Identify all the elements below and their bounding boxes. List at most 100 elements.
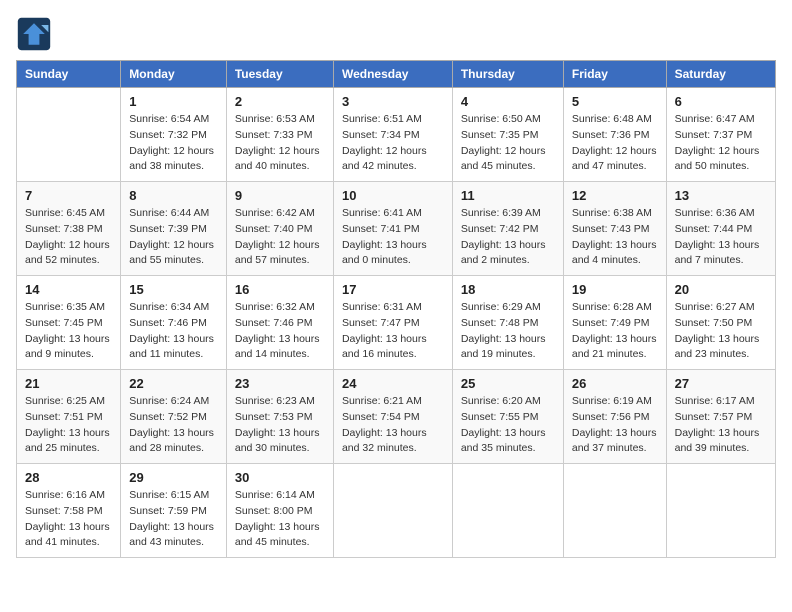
day-number: 20 [675,282,767,297]
header-row: SundayMondayTuesdayWednesdayThursdayFrid… [17,61,776,88]
day-cell: 10 Sunrise: 6:41 AMSunset: 7:41 PMDayligh… [333,182,452,276]
week-row-3: 14 Sunrise: 6:35 AMSunset: 7:45 PMDayligh… [17,276,776,370]
day-number: 30 [235,470,325,485]
day-info: Sunrise: 6:32 AMSunset: 7:46 PMDaylight:… [235,300,325,363]
day-info: Sunrise: 6:38 AMSunset: 7:43 PMDaylight:… [572,206,658,269]
day-number: 18 [461,282,555,297]
day-number: 22 [129,376,218,391]
day-number: 5 [572,94,658,109]
day-cell: 24Sunrise: 6:21 AMSunset: 7:54 PMDayligh… [333,370,452,464]
day-number: 19 [572,282,658,297]
day-cell: 9 Sunrise: 6:42 AMSunset: 7:40 PMDaylight… [226,182,333,276]
day-info: Sunrise: 6:44 AMSunset: 7:39 PMDaylight:… [129,206,218,269]
day-info: Sunrise: 6:23 AMSunset: 7:53 PMDaylight:… [235,394,325,457]
day-cell [563,464,666,558]
day-number: 11 [461,188,555,203]
day-number: 13 [675,188,767,203]
day-info: Sunrise: 6:27 AMSunset: 7:50 PMDaylight:… [675,300,767,363]
day-info: Sunrise: 6:50 AMSunset: 7:35 PMDaylight:… [461,112,555,175]
day-number: 1 [129,94,218,109]
day-number: 10 [342,188,444,203]
day-cell: 4Sunrise: 6:50 AMSunset: 7:35 PMDaylight… [452,88,563,182]
day-info: Sunrise: 6:29 AMSunset: 7:48 PMDaylight:… [461,300,555,363]
day-info: Sunrise: 6:19 AMSunset: 7:56 PMDaylight:… [572,394,658,457]
day-number: 27 [675,376,767,391]
day-number: 29 [129,470,218,485]
day-cell: 13 Sunrise: 6:36 AMSunset: 7:44 PMDayligh… [666,182,775,276]
day-cell: 15Sunrise: 6:34 AMSunset: 7:46 PMDayligh… [121,276,227,370]
day-info: Sunrise: 6:31 AMSunset: 7:47 PMDaylight:… [342,300,444,363]
header-cell-tuesday: Tuesday [226,61,333,88]
header-cell-thursday: Thursday [452,61,563,88]
day-number: 17 [342,282,444,297]
day-number: 8 [129,188,218,203]
day-number: 23 [235,376,325,391]
day-number: 14 [25,282,112,297]
day-cell: 20 Sunrise: 6:27 AMSunset: 7:50 PMDayligh… [666,276,775,370]
calendar-table: SundayMondayTuesdayWednesdayThursdayFrid… [16,60,776,558]
day-cell: 26 Sunrise: 6:19 AMSunset: 7:56 PMDayligh… [563,370,666,464]
day-info: Sunrise: 6:54 AMSunset: 7:32 PMDaylight:… [129,112,218,175]
day-info: Sunrise: 6:42 AMSunset: 7:40 PMDaylight:… [235,206,325,269]
day-cell: 8 Sunrise: 6:44 AMSunset: 7:39 PMDaylight… [121,182,227,276]
day-cell: 28 Sunrise: 6:16 AMSunset: 7:58 PMDayligh… [17,464,121,558]
day-cell: 7Sunrise: 6:45 AMSunset: 7:38 PMDaylight… [17,182,121,276]
week-row-5: 28 Sunrise: 6:16 AMSunset: 7:58 PMDayligh… [17,464,776,558]
day-info: Sunrise: 6:25 AMSunset: 7:51 PMDaylight:… [25,394,112,457]
day-info: Sunrise: 6:16 AMSunset: 7:58 PMDaylight:… [25,488,112,551]
day-info: Sunrise: 6:51 AMSunset: 7:34 PMDaylight:… [342,112,444,175]
day-cell: 11 Sunrise: 6:39 AMSunset: 7:42 PMDayligh… [452,182,563,276]
day-cell: 3 Sunrise: 6:51 AMSunset: 7:34 PMDaylight… [333,88,452,182]
day-info: Sunrise: 6:36 AMSunset: 7:44 PMDaylight:… [675,206,767,269]
day-cell: 17 Sunrise: 6:31 AMSunset: 7:47 PMDayligh… [333,276,452,370]
header-cell-sunday: Sunday [17,61,121,88]
day-number: 28 [25,470,112,485]
logo-icon [16,16,52,52]
day-number: 26 [572,376,658,391]
day-cell: 29Sunrise: 6:15 AMSunset: 7:59 PMDayligh… [121,464,227,558]
day-cell: 25 Sunrise: 6:20 AMSunset: 7:55 PMDayligh… [452,370,563,464]
header-cell-monday: Monday [121,61,227,88]
day-info: Sunrise: 6:28 AMSunset: 7:49 PMDaylight:… [572,300,658,363]
day-info: Sunrise: 6:39 AMSunset: 7:42 PMDaylight:… [461,206,555,269]
day-cell: 12 Sunrise: 6:38 AMSunset: 7:43 PMDayligh… [563,182,666,276]
day-info: Sunrise: 6:35 AMSunset: 7:45 PMDaylight:… [25,300,112,363]
logo [16,16,56,52]
day-cell: 6 Sunrise: 6:47 AMSunset: 7:37 PMDaylight… [666,88,775,182]
day-cell: 2 Sunrise: 6:53 AMSunset: 7:33 PMDaylight… [226,88,333,182]
day-info: Sunrise: 6:48 AMSunset: 7:36 PMDaylight:… [572,112,658,175]
day-cell: 30 Sunrise: 6:14 AMSunset: 8:00 PMDayligh… [226,464,333,558]
day-number: 25 [461,376,555,391]
day-number: 16 [235,282,325,297]
day-cell: 14 Sunrise: 6:35 AMSunset: 7:45 PMDayligh… [17,276,121,370]
day-info: Sunrise: 6:17 AMSunset: 7:57 PMDaylight:… [675,394,767,457]
day-info: Sunrise: 6:20 AMSunset: 7:55 PMDaylight:… [461,394,555,457]
day-cell [666,464,775,558]
day-info: Sunrise: 6:53 AMSunset: 7:33 PMDaylight:… [235,112,325,175]
day-info: Sunrise: 6:24 AMSunset: 7:52 PMDaylight:… [129,394,218,457]
week-row-1: 1 Sunrise: 6:54 AMSunset: 7:32 PMDaylight… [17,88,776,182]
day-cell: 21Sunrise: 6:25 AMSunset: 7:51 PMDayligh… [17,370,121,464]
day-number: 12 [572,188,658,203]
day-info: Sunrise: 6:47 AMSunset: 7:37 PMDaylight:… [675,112,767,175]
day-number: 7 [25,188,112,203]
day-number: 3 [342,94,444,109]
day-cell [333,464,452,558]
day-cell: 19 Sunrise: 6:28 AMSunset: 7:49 PMDayligh… [563,276,666,370]
day-cell: 18 Sunrise: 6:29 AMSunset: 7:48 PMDayligh… [452,276,563,370]
day-cell: 5 Sunrise: 6:48 AMSunset: 7:36 PMDaylight… [563,88,666,182]
day-cell [452,464,563,558]
day-cell: 1 Sunrise: 6:54 AMSunset: 7:32 PMDaylight… [121,88,227,182]
day-info: Sunrise: 6:34 AMSunset: 7:46 PMDaylight:… [129,300,218,363]
header-cell-saturday: Saturday [666,61,775,88]
header-cell-friday: Friday [563,61,666,88]
day-cell: 27 Sunrise: 6:17 AMSunset: 7:57 PMDayligh… [666,370,775,464]
day-number: 9 [235,188,325,203]
header-cell-wednesday: Wednesday [333,61,452,88]
day-number: 2 [235,94,325,109]
day-info: Sunrise: 6:14 AMSunset: 8:00 PMDaylight:… [235,488,325,551]
day-number: 6 [675,94,767,109]
day-info: Sunrise: 6:41 AMSunset: 7:41 PMDaylight:… [342,206,444,269]
day-cell: 16 Sunrise: 6:32 AMSunset: 7:46 PMDayligh… [226,276,333,370]
day-cell [17,88,121,182]
